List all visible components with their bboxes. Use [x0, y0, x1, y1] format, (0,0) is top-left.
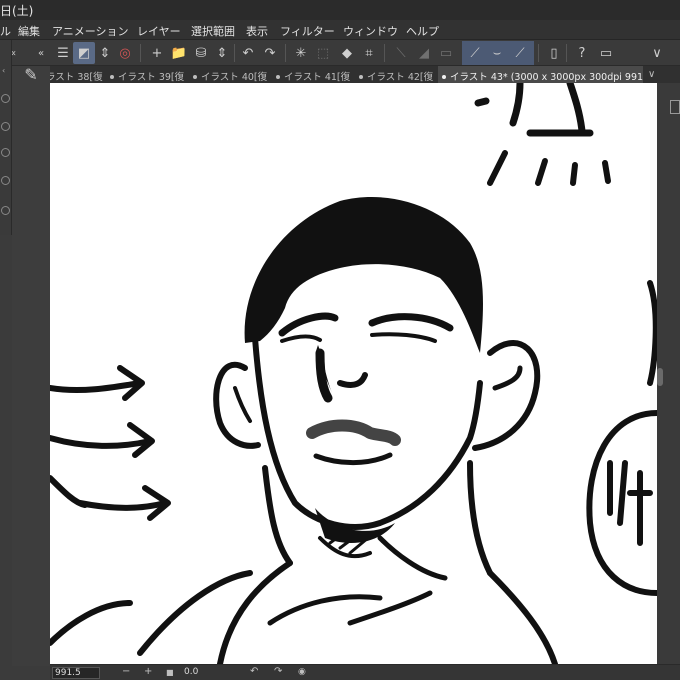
disabled-tool-icon-2: ◢	[419, 45, 429, 61]
tab-illust-40[interactable]: イラスト 40[復	[193, 66, 273, 83]
toolbar-divider	[140, 44, 141, 62]
app-menubar: ル 編集 アニメーション レイヤー 選択範囲 表示 フィルター ウィンドウ ヘル…	[0, 20, 680, 40]
toolbar-divider	[384, 44, 385, 62]
menu-item-help[interactable]: ヘルプ	[406, 23, 439, 39]
menu-item-view[interactable]: 表示	[246, 23, 268, 39]
pen-curve-icon[interactable]: ⌣	[486, 42, 508, 64]
pen-line-icon[interactable]: ⟋	[509, 42, 531, 64]
undo-icon[interactable]: ↶	[237, 42, 259, 64]
tab-illust-43-active[interactable]: イラスト 43* (3000 x 3000px 300dpi 991.5%)	[438, 66, 643, 83]
bmp-icon[interactable]: ▭	[595, 42, 617, 64]
tab-illust-42[interactable]: イラスト 42[復	[359, 66, 437, 83]
rotation-angle-field[interactable]: 0.0	[184, 667, 212, 679]
canvas-tab-bar: ラスト 38[復 イラスト 39[復 イラスト 40[復 イラスト 41[復 イ…	[0, 66, 680, 83]
record-icon[interactable]: ◎	[114, 42, 136, 64]
menu-icon[interactable]: ☰	[52, 42, 74, 64]
rotate-left-icon[interactable]: ↶	[250, 666, 258, 677]
fit-icon[interactable]: ■	[166, 668, 174, 677]
toolbar-divider	[538, 44, 539, 62]
vertical-scrollbar-thumb[interactable]	[657, 368, 663, 386]
menu-item-animation[interactable]: アニメーション	[52, 23, 129, 39]
pen-tool-icon[interactable]: ✎	[17, 60, 45, 88]
chevron-down-icon[interactable]: ∨	[646, 42, 668, 64]
zoom-input[interactable]: 991.5	[52, 667, 100, 679]
sub-tool-column	[12, 66, 50, 666]
sparkle-icon[interactable]: ✳	[290, 42, 312, 64]
toolbar-divider	[566, 44, 567, 62]
toolbar-divider	[234, 44, 235, 62]
new-canvas-icon[interactable]: +	[146, 42, 168, 64]
tool-slot-icon[interactable]	[1, 148, 10, 157]
menu-item-window[interactable]: ウィンドウ	[343, 23, 398, 39]
updown-icon-2[interactable]: ⇕	[211, 42, 233, 64]
expand-icon[interactable]: ‹	[2, 66, 5, 75]
clock-date: 日(土)	[0, 4, 34, 18]
pen-stroke-icon[interactable]: ⟋	[464, 42, 486, 64]
help-icon[interactable]: ?	[571, 42, 593, 64]
zoom-out-button[interactable]: −	[122, 666, 130, 677]
menu-item-filter[interactable]: フィルター	[280, 23, 335, 39]
open-folder-icon[interactable]: 📁	[168, 42, 190, 64]
os-menubar-strip: 日(土)	[0, 0, 680, 20]
menu-item-first[interactable]: ル	[0, 23, 11, 39]
panel-toggle-icon[interactable]	[670, 100, 680, 114]
menu-item-selection[interactable]: 選択範囲	[191, 23, 235, 39]
tool-slot-icon[interactable]	[1, 206, 10, 215]
layer-select-icon[interactable]: ◩	[73, 42, 95, 64]
left-toolbox-panel: ‹	[0, 40, 12, 235]
tool-slot-icon[interactable]	[1, 176, 10, 185]
disabled-tool-icon-3: ▭	[439, 45, 453, 61]
tool-slot-icon[interactable]	[1, 122, 10, 131]
menu-item-layer[interactable]: レイヤー	[137, 23, 181, 39]
crop-icon[interactable]: ⌗	[358, 42, 380, 64]
save-icon[interactable]: ⛁	[190, 42, 212, 64]
tab-illust-38[interactable]: ラスト 38[復	[46, 66, 108, 83]
tab-illust-41[interactable]: イラスト 41[復	[276, 66, 356, 83]
smartphone-icon[interactable]: ▯	[543, 42, 565, 64]
tabs-overflow-chevron-icon[interactable]: ∨	[648, 66, 662, 83]
drawing-canvas[interactable]	[50, 83, 657, 664]
updown-icon[interactable]: ⇕	[94, 42, 116, 64]
tab-illust-39[interactable]: イラスト 39[復	[110, 66, 190, 83]
status-bar: 991.5 − + ■ 0.0 ↶ ↷ ◉	[50, 664, 680, 680]
disabled-tool-icon: ⟍	[396, 45, 406, 61]
redo-icon[interactable]: ↷	[259, 42, 281, 64]
tool-slot-icon[interactable]	[1, 94, 10, 103]
fill-icon[interactable]: ◆	[336, 42, 358, 64]
illustration-artwork	[50, 83, 657, 664]
rotate-right-icon[interactable]: ↷	[274, 666, 282, 677]
toolbar-divider	[285, 44, 286, 62]
zoom-in-button[interactable]: +	[144, 666, 152, 677]
transform-icon[interactable]: ⬚	[312, 42, 334, 64]
menu-item-edit[interactable]: 編集	[18, 23, 40, 39]
reset-rotation-icon[interactable]: ◉	[298, 667, 306, 677]
